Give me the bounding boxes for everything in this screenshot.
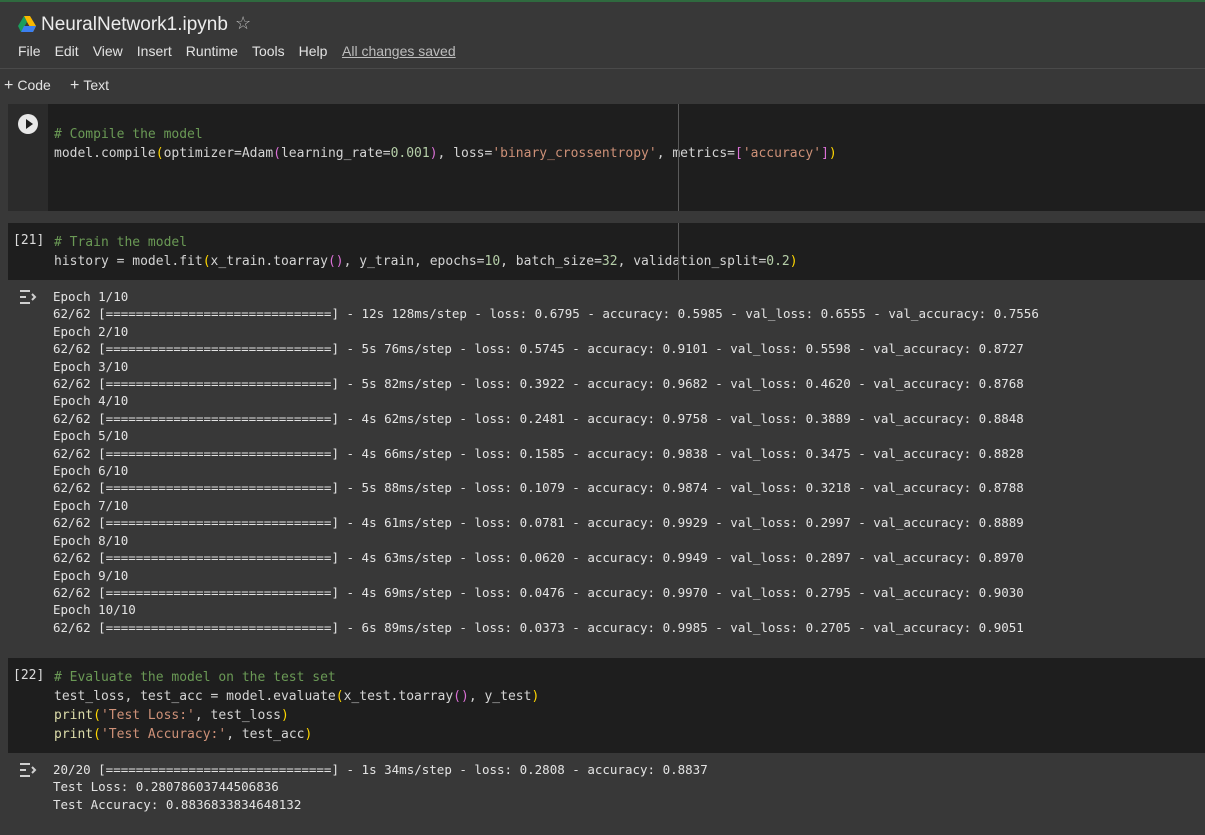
code-cell-evaluate[interactable]: [22] # Evaluate the model on the test se… xyxy=(8,658,1205,753)
code-line[interactable]: # Compile the model xyxy=(54,125,203,144)
code-line[interactable]: # Evaluate the model on the test set xyxy=(54,668,336,687)
play-icon[interactable] xyxy=(18,114,38,134)
menu-runtime[interactable]: Runtime xyxy=(186,43,238,59)
plus-icon: + xyxy=(70,77,80,94)
output-line: Epoch 9/10 xyxy=(53,567,129,583)
output-line: Epoch 4/10 xyxy=(53,393,129,409)
output-line: 20/20 [==============================] -… xyxy=(53,762,708,777)
menu-insert[interactable]: Insert xyxy=(137,43,172,59)
output-line: 62/62 [==============================] -… xyxy=(53,376,1024,392)
notebook-body: # Compile the model model.compile(optimi… xyxy=(0,104,1205,835)
output-line: 62/62 [==============================] -… xyxy=(53,480,1024,496)
code-line[interactable]: model.compile(optimizer=Adam(learning_ra… xyxy=(54,144,837,163)
output-line: Epoch 2/10 xyxy=(53,323,129,339)
output-text: 20/20 [==============================] -… xyxy=(53,761,708,813)
output-line: 62/62 [==============================] -… xyxy=(53,584,1024,600)
cell-output-train: Epoch 1/10 62/62 [=======================… xyxy=(8,282,1205,642)
output-line: Epoch 3/10 xyxy=(53,358,129,374)
ruler-line xyxy=(678,223,679,280)
output-line: 62/62 [==============================] -… xyxy=(53,306,1039,322)
drive-logo-icon xyxy=(18,16,36,32)
menu-file[interactable]: File xyxy=(18,43,41,59)
output-text: Epoch 1/10 62/62 [=======================… xyxy=(53,288,1039,636)
menu-view[interactable]: View xyxy=(93,43,123,59)
output-line: Epoch 7/10 xyxy=(53,497,129,513)
cell-gutter xyxy=(8,104,48,211)
ruler-line xyxy=(678,104,679,211)
menu-tools[interactable]: Tools xyxy=(252,43,285,59)
output-toggle-icon[interactable] xyxy=(18,288,40,306)
menu-bar: File Edit View Insert Runtime Tools Help xyxy=(18,43,341,59)
output-line: 62/62 [==============================] -… xyxy=(53,515,1024,531)
output-line: Test Loss: 0.28078603744506836 xyxy=(53,779,279,795)
code-cell-compile[interactable]: # Compile the model model.compile(optimi… xyxy=(8,104,1205,211)
code-line[interactable]: test_loss, test_acc = model.evaluate(x_t… xyxy=(54,687,539,706)
code-line[interactable]: # Train the model xyxy=(54,233,187,252)
code-cell-train[interactable]: [21] # Train the model history = model.f… xyxy=(8,223,1205,280)
output-line: Epoch 1/10 xyxy=(53,289,129,304)
menu-help[interactable]: Help xyxy=(299,43,328,59)
output-line: Epoch 5/10 xyxy=(53,428,129,444)
output-toggle-icon[interactable] xyxy=(18,761,40,779)
output-line: 62/62 [==============================] -… xyxy=(53,341,1024,357)
notebook-title[interactable]: NeuralNetwork1.ipynb xyxy=(41,14,228,36)
notebook-header: NeuralNetwork1.ipynb ☆ File Edit View In… xyxy=(0,2,1205,68)
output-line: Epoch 6/10 xyxy=(53,463,129,479)
output-line: 62/62 [==============================] -… xyxy=(53,445,1024,461)
output-line: Epoch 8/10 xyxy=(53,532,129,548)
execution-count: [21] xyxy=(13,233,45,248)
notebook-toolbar: + Code + Text xyxy=(0,68,1205,105)
code-line[interactable]: print('Test Loss:', test_loss) xyxy=(54,706,289,725)
output-line: 62/62 [==============================] -… xyxy=(53,410,1024,426)
output-line: 62/62 [==============================] -… xyxy=(53,619,1024,635)
add-text-button[interactable]: + Text xyxy=(70,77,109,95)
execution-count: [22] xyxy=(13,668,45,683)
star-icon[interactable]: ☆ xyxy=(235,13,251,34)
output-line: Epoch 10/10 xyxy=(53,602,136,618)
add-code-button[interactable]: + Code xyxy=(4,77,51,95)
menu-edit[interactable]: Edit xyxy=(55,43,79,59)
save-status-link[interactable]: All changes saved xyxy=(342,43,456,59)
code-line[interactable]: history = model.fit(x_train.toarray(), y… xyxy=(54,252,798,271)
cell-output-evaluate: 20/20 [==============================] -… xyxy=(8,755,1205,825)
output-line: 62/62 [==============================] -… xyxy=(53,550,1024,566)
output-line: Test Accuracy: 0.8836833834648132 xyxy=(53,796,302,812)
plus-icon: + xyxy=(4,77,14,94)
code-line[interactable]: print('Test Accuracy:', test_acc) xyxy=(54,725,312,744)
